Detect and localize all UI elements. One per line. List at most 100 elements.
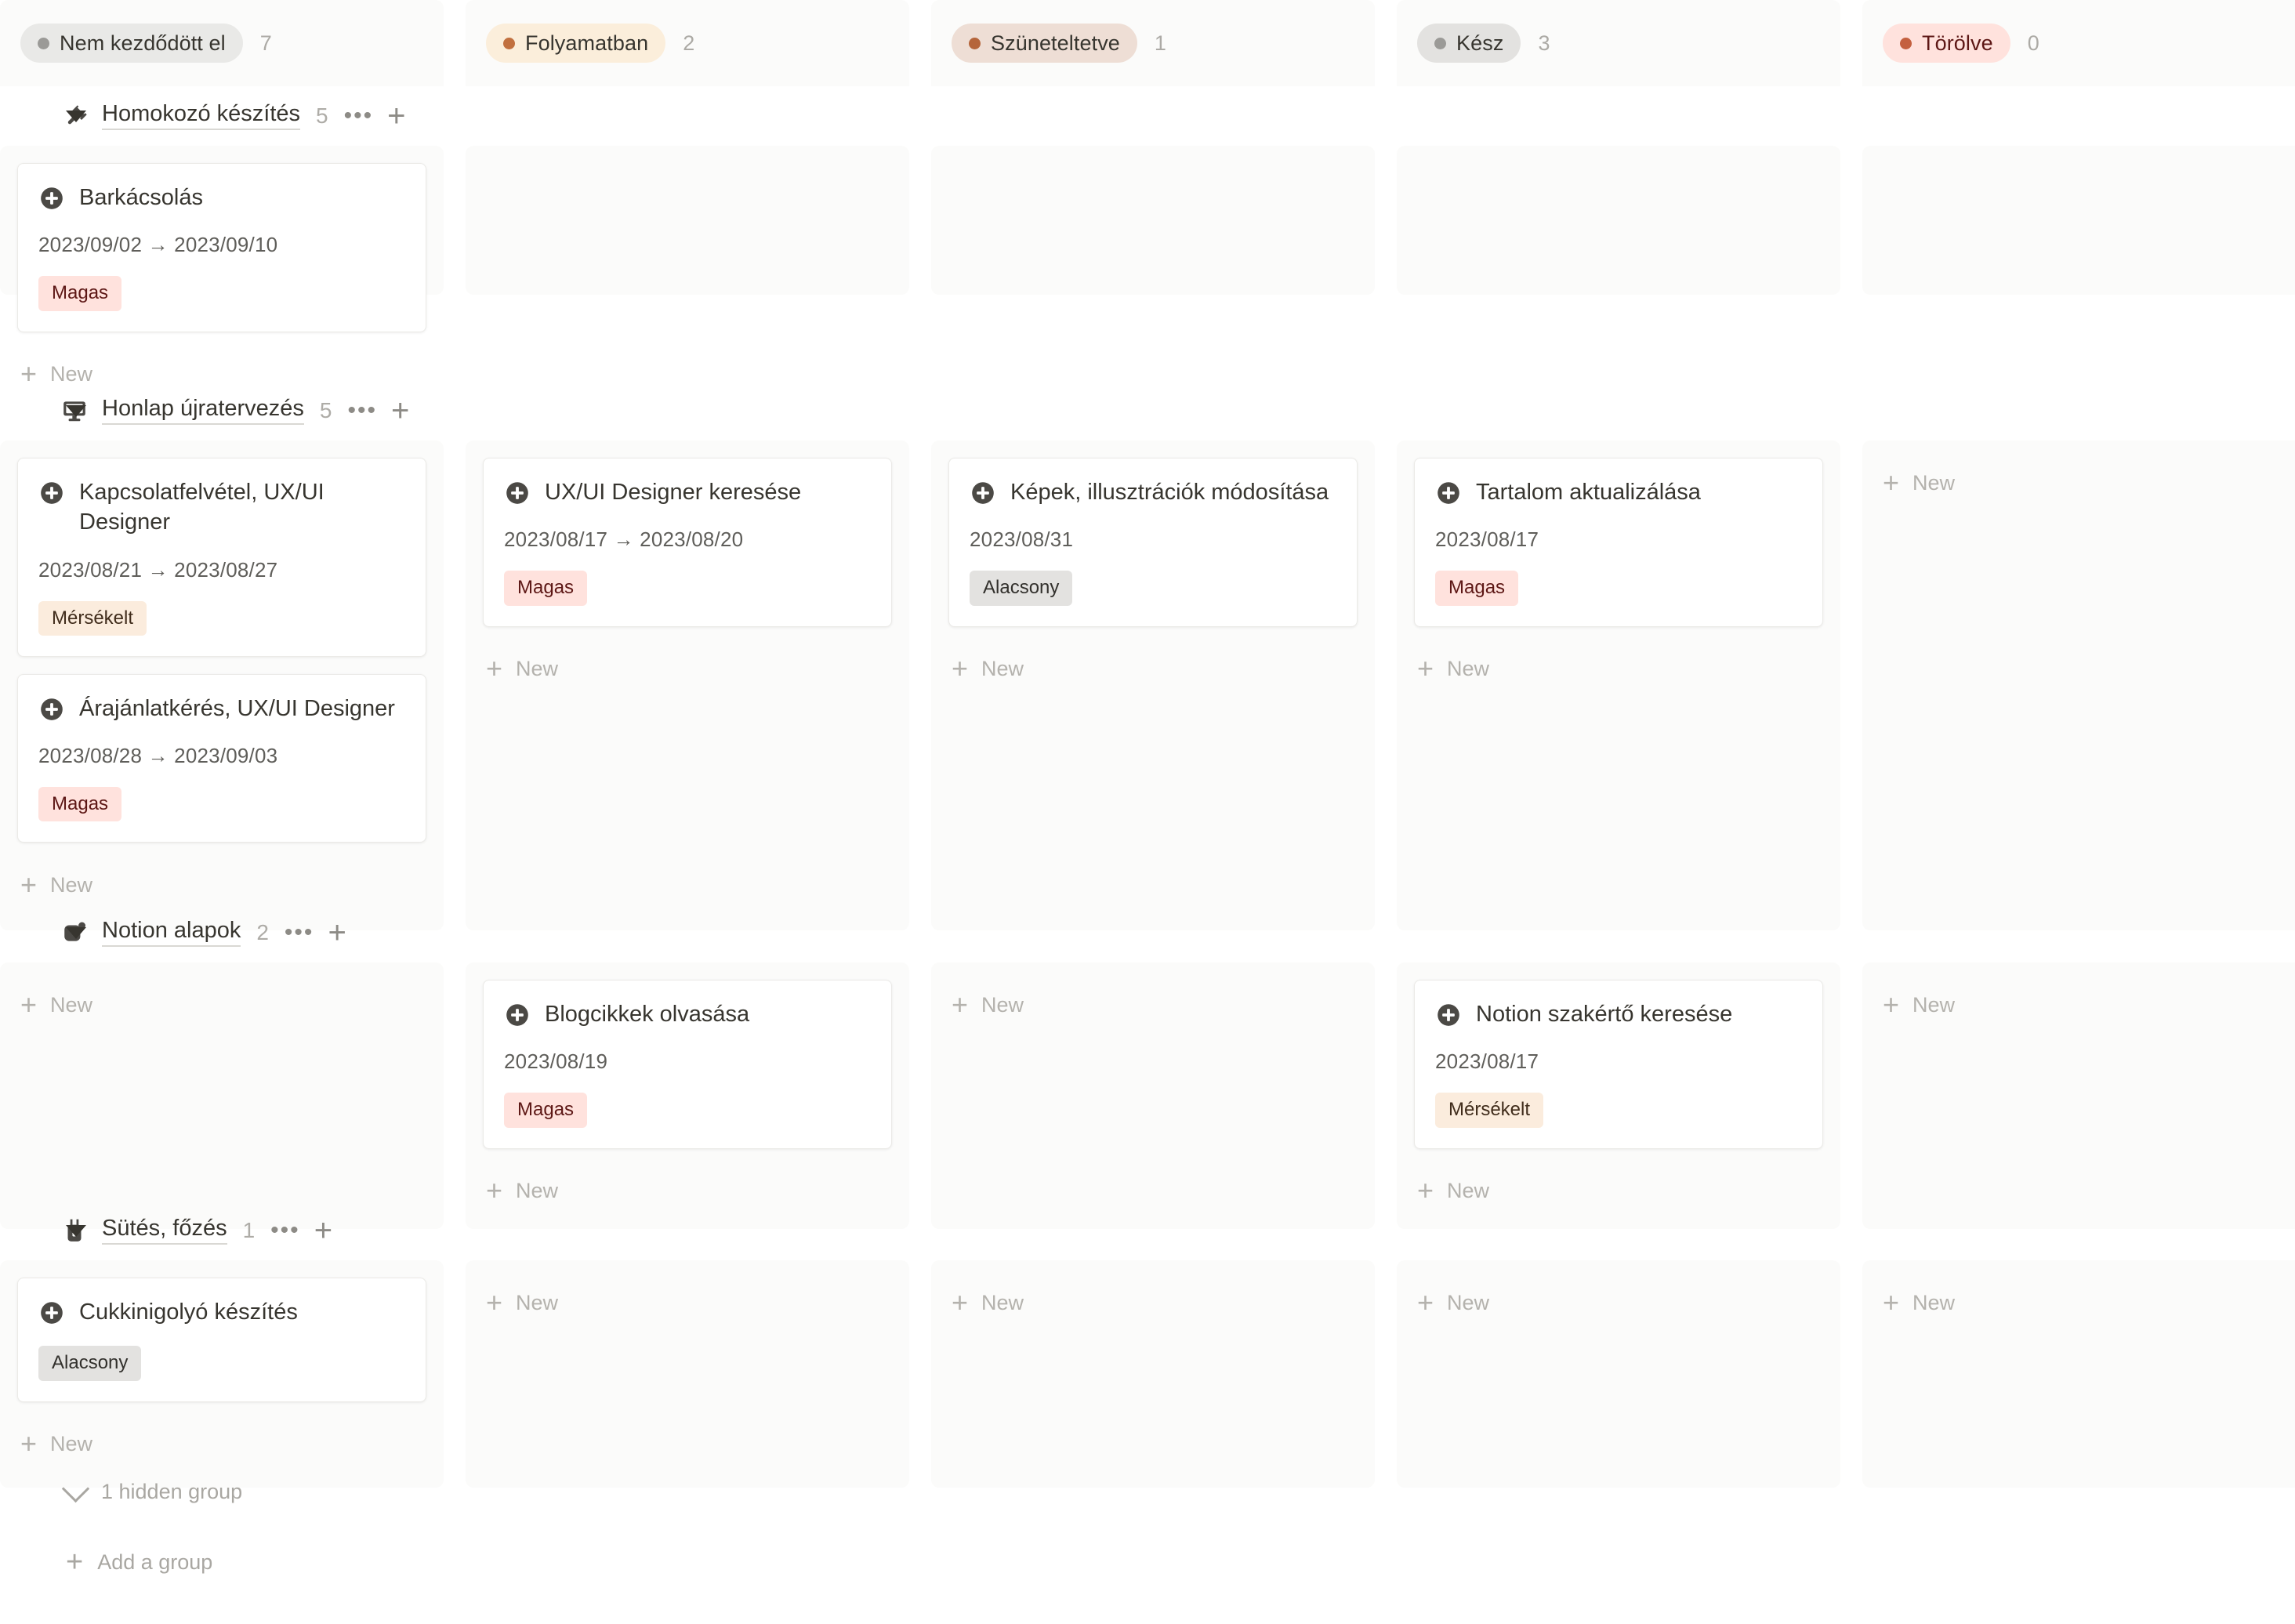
add-group-button[interactable]: + Add a group (66, 1547, 212, 1576)
new-card-button[interactable]: + New (948, 980, 1358, 1030)
status-dot-icon (1900, 37, 1912, 49)
card-date: 2023/08/28 → 2023/09/03 (38, 744, 278, 768)
card-title: Kapcsolatfelvétel, UX/UI Designer (79, 480, 324, 535)
column-header-3[interactable]: Szüneteltetve 1 (931, 0, 1375, 86)
new-card-button[interactable]: + New (1880, 458, 2289, 508)
collapse-caret-icon[interactable] (66, 404, 86, 417)
group-more-options-icon[interactable]: ••• (348, 399, 378, 422)
priority-tag: Magas (38, 276, 122, 311)
new-card-button[interactable]: + New (17, 1419, 426, 1470)
group-add-icon[interactable]: + (387, 100, 405, 132)
group-count: 1 (242, 1218, 256, 1242)
board-cell: Blogcikkek olvasása 2023/08/19 Magas + New (466, 962, 909, 1229)
collapse-caret-icon[interactable] (66, 926, 86, 939)
status-badge: Nem kezdődött el (20, 24, 243, 63)
new-card-button[interactable]: + New (483, 1278, 892, 1328)
group-cells: Kapcsolatfelvétel, UX/UI Designer 2023/08… (0, 440, 2295, 930)
column-count: 1 (1154, 31, 1166, 55)
card-title: Tartalom aktualizálása (1476, 480, 1701, 505)
group-cells: Cukkinigolyó készítés Alacsony + New + New + Ne… (0, 1260, 2295, 1488)
new-card-button[interactable]: + New (1880, 980, 2289, 1030)
collapse-caret-icon[interactable] (66, 110, 86, 122)
status-dot-icon (1434, 37, 1446, 49)
board-cell: + New (931, 962, 1375, 1229)
plus-icon: + (20, 988, 38, 1020)
new-card-label: New (1447, 1179, 1490, 1203)
task-card[interactable]: Képek, illusztrációk módosítása 2023/08/3… (948, 458, 1358, 627)
new-card-button[interactable]: + New (1414, 644, 1823, 694)
column-header-5[interactable]: Törölve 0 (1862, 0, 2295, 86)
group-more-options-icon[interactable]: ••• (344, 104, 374, 128)
group-name[interactable]: Sütés, főzés (102, 1216, 227, 1245)
plus-icon: + (1417, 1174, 1434, 1207)
page-plus-icon (504, 1002, 531, 1028)
group-name[interactable]: Notion alapok (102, 918, 241, 948)
new-card-button[interactable]: + New (17, 980, 426, 1030)
board-cell (931, 146, 1375, 295)
plus-icon: + (1417, 652, 1434, 685)
card-title-row: Tartalom aktualizálása (1435, 477, 1802, 507)
group-add-icon[interactable]: + (391, 395, 409, 426)
new-card-label: New (981, 657, 1024, 681)
plus-icon: + (1883, 466, 1900, 498)
card-title: Blogcikkek olvasása (545, 1002, 750, 1027)
task-card[interactable]: Árajánlatkérés, UX/UI Designer 2023/08/28… (17, 673, 426, 843)
page-plus-icon (970, 480, 996, 506)
new-card-label: New (50, 1432, 93, 1456)
card-title-row: Notion szakértő keresése (1435, 999, 1802, 1029)
new-card-label: New (1912, 1290, 1956, 1314)
plus-icon: + (486, 1174, 503, 1207)
card-title: UX/UI Designer keresése (545, 480, 802, 505)
group-more-options-icon[interactable]: ••• (270, 1219, 300, 1242)
status-badge: Folyamatban (486, 24, 666, 63)
plus-icon: + (20, 1427, 38, 1460)
priority-tag: Magas (504, 571, 588, 606)
new-card-label: New (1447, 657, 1490, 681)
card-date: 2023/08/31 (970, 527, 1074, 552)
new-card-label: New (50, 872, 93, 897)
new-card-button[interactable]: + New (483, 644, 892, 694)
task-card[interactable]: Cukkinigolyó készítés Alacsony (17, 1278, 426, 1402)
card-title: Képek, illusztrációk módosítása (1010, 480, 1329, 505)
task-card[interactable]: Barkácsolás 2023/09/02 → 2023/09/10 Magas (17, 163, 426, 332)
card-title: Barkácsolás (79, 185, 203, 210)
hidden-group-toggle[interactable]: 1 hidden group (61, 1474, 242, 1504)
board-cell: Notion szakértő keresése 2023/08/17 Mérsék… (1397, 962, 1840, 1229)
task-card[interactable]: Tartalom aktualizálása 2023/08/17 Magas (1414, 458, 1823, 627)
column-header-1[interactable]: Nem kezdődött el 7 (0, 0, 444, 86)
priority-tag: Magas (1435, 571, 1519, 606)
collapse-caret-icon[interactable] (66, 1224, 86, 1237)
group-add-icon[interactable]: + (328, 917, 346, 948)
group-header-4: Sütés, főzés 1 ••• + (0, 1201, 2295, 1260)
card-title: Árajánlatkérés, UX/UI Designer (79, 695, 395, 721)
task-card[interactable]: Blogcikkek olvasása 2023/08/19 Magas (483, 980, 892, 1149)
status-label: Törölve (1922, 31, 1993, 55)
priority-tag: Alacsony (38, 1346, 142, 1381)
column-count: 3 (1538, 31, 1550, 55)
group-more-options-icon[interactable]: ••• (285, 921, 314, 944)
column-header-4[interactable]: Kész 3 (1397, 0, 1840, 86)
board-cell: + New (931, 1260, 1375, 1488)
column-header-2[interactable]: Folyamatban 2 (466, 0, 909, 86)
new-card-button[interactable]: + New (1414, 1278, 1823, 1328)
page-plus-icon (1435, 480, 1462, 506)
priority-tag: Mérsékelt (38, 600, 147, 636)
group-add-icon[interactable]: + (314, 1215, 332, 1246)
new-card-button[interactable]: + New (948, 644, 1358, 694)
task-card[interactable]: UX/UI Designer keresése 2023/08/17 → 2023… (483, 458, 892, 627)
page-plus-icon (38, 696, 65, 723)
task-card[interactable]: Kapcsolatfelvétel, UX/UI Designer 2023/08… (17, 458, 426, 657)
group-name[interactable]: Honlap újratervezés (102, 396, 304, 426)
group-name[interactable]: Homokozó készítés (102, 101, 301, 131)
board-cell: UX/UI Designer keresése 2023/08/17 → 2023… (466, 440, 909, 930)
new-card-button[interactable]: + New (948, 1278, 1358, 1328)
page-plus-icon (1435, 1002, 1462, 1028)
new-card-button[interactable]: + New (1880, 1278, 2289, 1328)
group-cells: + New Blogcikkek olvasása 2023/08/19 Magas + N… (0, 962, 2295, 1229)
group-row: Sütés, főzés 1 ••• + Cukkinigolyó készítés Al… (0, 1201, 2295, 1488)
chevron-down-icon (61, 1474, 90, 1503)
group-count: 5 (319, 398, 332, 422)
column-count: 7 (259, 31, 272, 55)
plus-icon: + (1883, 1285, 1900, 1318)
task-card[interactable]: Notion szakértő keresése 2023/08/17 Mérsék… (1414, 980, 1823, 1149)
